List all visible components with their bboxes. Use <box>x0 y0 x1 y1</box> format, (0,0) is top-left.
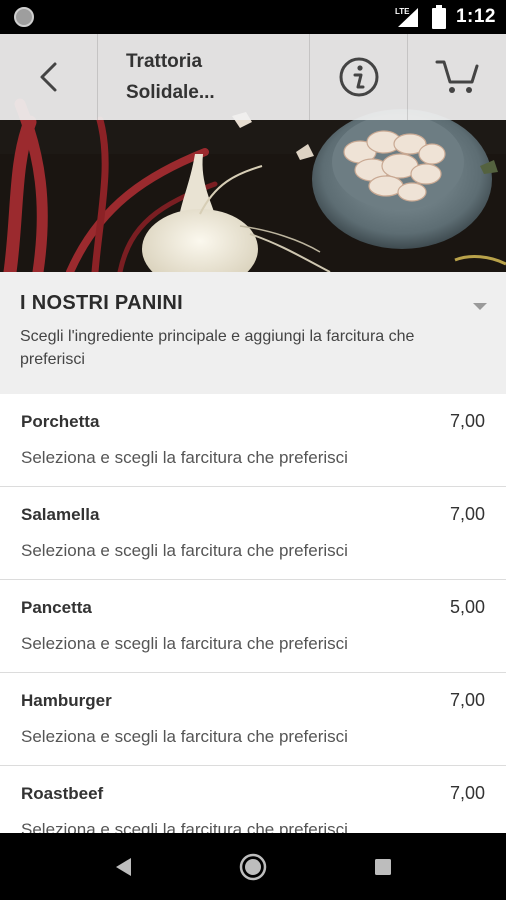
cart-icon <box>435 60 479 93</box>
app-bar: Trattoria Solidale... <box>0 34 506 120</box>
status-indicators: LTE 1:12 <box>394 0 496 34</box>
category-title: I NOSTRI PANINI <box>20 292 184 314</box>
item-description: Seleziona e scegli la farcitura che pref… <box>21 448 348 467</box>
item-description: Seleziona e scegli la farcitura che pref… <box>21 541 348 560</box>
item-description: Seleziona e scegli la farcitura che pref… <box>21 727 348 746</box>
status-time: 1:12 <box>455 6 496 27</box>
item-description: Seleziona e scegli la farcitura che pref… <box>21 820 348 833</box>
item-price: 5,00 <box>449 597 485 617</box>
item-price: 7,00 <box>449 411 485 431</box>
item-description: Seleziona e scegli la farcitura che pref… <box>21 634 348 653</box>
home-circle-icon[interactable] <box>239 853 267 881</box>
back-arrow-icon <box>40 62 56 92</box>
category-header[interactable]: I NOSTRI PANINI Scegli l'ingrediente pri… <box>0 272 506 394</box>
system-nav-bar <box>0 833 506 900</box>
menu-item-roastbeef[interactable]: Roastbeef 7,00 Seleziona e scegli la far… <box>0 766 506 833</box>
item-price: 7,00 <box>449 504 485 524</box>
item-price: 7,00 <box>449 690 485 710</box>
lte-signal-icon: LTE <box>395 7 418 27</box>
item-name: Porchetta <box>21 412 100 431</box>
item-name: Salamella <box>21 505 100 524</box>
menu-item-porchetta[interactable]: Porchetta 7,00 Seleziona e scegli la far… <box>0 394 506 487</box>
notification-icon <box>14 7 34 27</box>
item-name: Hamburger <box>21 691 112 710</box>
category-description: Scegli l'ingrediente principale e aggiun… <box>20 328 415 368</box>
back-triangle-icon[interactable] <box>113 856 133 878</box>
restaurant-title: Trattoria Solidale... <box>98 34 310 120</box>
info-icon <box>339 57 378 97</box>
cart-button[interactable] <box>408 34 506 120</box>
info-button[interactable] <box>310 34 408 120</box>
battery-icon <box>431 5 446 29</box>
item-name: Pancetta <box>21 598 92 617</box>
item-price: 7,00 <box>449 783 485 803</box>
menu-list: Porchetta 7,00 Seleziona e scegli la far… <box>0 394 506 833</box>
svg-text:LTE: LTE <box>395 7 410 16</box>
menu-item-pancetta[interactable]: Pancetta 5,00 Seleziona e scegli la farc… <box>0 580 506 673</box>
status-bar: LTE 1:12 <box>0 0 506 34</box>
item-name: Roastbeef <box>21 784 104 803</box>
page-title: Trattoria Solidale... <box>126 51 215 103</box>
back-button[interactable] <box>0 34 98 120</box>
menu-item-hamburger[interactable]: Hamburger 7,00 Seleziona e scegli la far… <box>0 673 506 766</box>
dropdown-arrow-icon[interactable] <box>473 303 487 310</box>
recents-square-icon[interactable] <box>373 857 393 877</box>
menu-item-salamella[interactable]: Salamella 7,00 Seleziona e scegli la far… <box>0 487 506 580</box>
